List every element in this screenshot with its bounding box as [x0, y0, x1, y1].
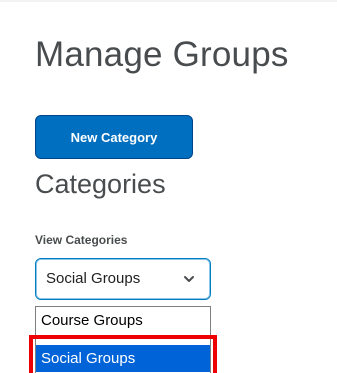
categories-dropdown-list: Course Groups Social Groups: [35, 306, 211, 373]
option-social-groups[interactable]: Social Groups: [36, 345, 210, 372]
chevron-down-icon: [184, 276, 194, 282]
categories-heading: Categories: [35, 169, 166, 199]
manage-groups-page: Manage Groups New Category Categories Vi…: [0, 0, 337, 373]
new-category-button[interactable]: New Category: [35, 115, 193, 159]
select-current-value: Social Groups: [46, 270, 141, 287]
top-divider: [0, 0, 337, 2]
page-title: Manage Groups: [35, 35, 289, 74]
option-course-groups[interactable]: Course Groups: [36, 307, 210, 334]
view-categories-label: View Categories: [35, 233, 128, 247]
view-categories-select[interactable]: Social Groups: [35, 258, 211, 300]
